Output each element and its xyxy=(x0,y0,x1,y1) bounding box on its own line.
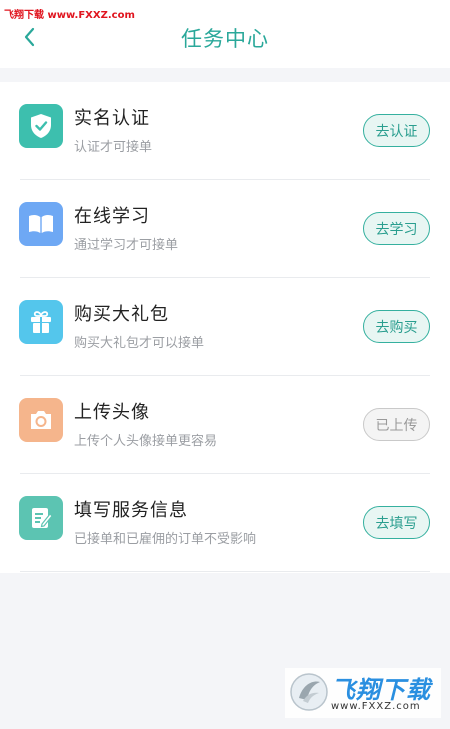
header-bar: 飞翔下载 www.FXXZ.com 任务中心 xyxy=(0,0,450,68)
watermark-brand: 飞翔下载 xyxy=(331,676,431,704)
task-item-gift: 购买大礼包 购买大礼包才可以接单 去购买 xyxy=(0,278,450,376)
task-title: 填写服务信息 xyxy=(74,500,188,521)
edit-document-icon xyxy=(19,496,63,540)
task-subtitle: 购买大礼包才可以接单 xyxy=(74,336,205,351)
buy-button[interactable]: 去购买 xyxy=(363,310,430,343)
logo-icon xyxy=(290,673,328,711)
gift-icon xyxy=(19,300,63,344)
task-title: 上传头像 xyxy=(74,402,150,423)
camera-icon xyxy=(19,398,63,442)
uploaded-button[interactable]: 已上传 xyxy=(363,408,430,441)
task-title: 在线学习 xyxy=(74,206,150,227)
watermark-url: www.FXXZ.com xyxy=(331,701,421,712)
task-subtitle: 通过学习才可接单 xyxy=(74,238,179,253)
book-icon xyxy=(19,202,63,246)
divider xyxy=(20,571,430,572)
task-title: 购买大礼包 xyxy=(74,304,169,325)
watermark-text: 飞翔下载 www.FXXZ.com xyxy=(4,10,135,21)
task-subtitle: 已接单和已雇佣的订单不受影响 xyxy=(74,532,257,547)
watermark-logo: 飞翔下载 www.FXXZ.com xyxy=(285,668,441,718)
task-item-avatar: 上传头像 上传个人头像接单更容易 已上传 xyxy=(0,376,450,474)
fill-in-button[interactable]: 去填写 xyxy=(363,506,430,539)
task-item-service-info: 填写服务信息 已接单和已雇佣的订单不受影响 去填写 xyxy=(0,474,450,572)
task-list: 实名认证 认证才可接单 去认证 在线学习 通过学习才可接单 去学习 购买大礼包 … xyxy=(0,82,450,573)
task-item-study: 在线学习 通过学习才可接单 去学习 xyxy=(0,180,450,278)
page-title: 任务中心 xyxy=(181,27,269,51)
study-button[interactable]: 去学习 xyxy=(363,212,430,245)
task-title: 实名认证 xyxy=(74,108,150,129)
task-subtitle: 认证才可接单 xyxy=(74,140,153,155)
task-item-verify: 实名认证 认证才可接单 去认证 xyxy=(0,82,450,180)
shield-check-icon xyxy=(19,104,63,148)
task-subtitle: 上传个人头像接单更容易 xyxy=(74,434,218,449)
verify-button[interactable]: 去认证 xyxy=(363,114,430,147)
